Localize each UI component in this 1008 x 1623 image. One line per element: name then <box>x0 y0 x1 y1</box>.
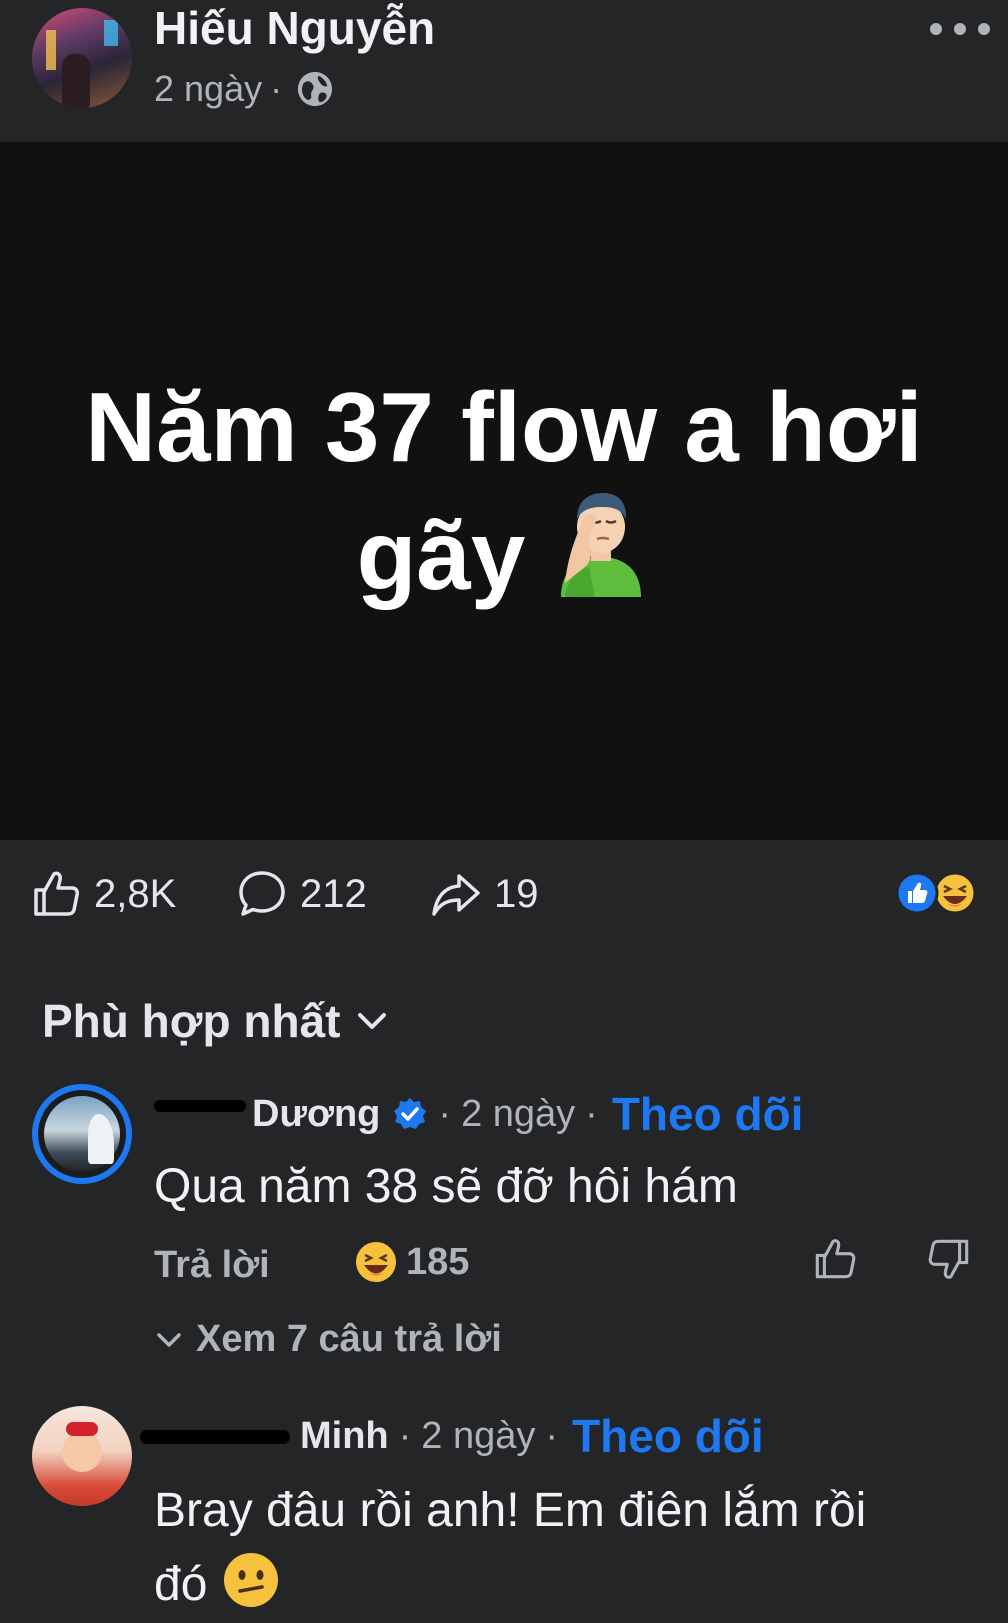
haha-reaction-icon <box>933 871 977 915</box>
meta-separator: · <box>270 68 283 109</box>
post-text: Năm 37 flow a hơi gãy <box>40 367 968 615</box>
like-reaction-icon <box>895 871 939 915</box>
comment-text-line1: Bray đâu rồi anh! Em điên lắm rồi <box>154 1484 867 1537</box>
commenter-name-text: Dương <box>252 1093 381 1135</box>
commenter-name[interactable]: Dương <box>154 1090 380 1138</box>
commenter-avatar[interactable] <box>32 1084 132 1184</box>
avatar-detail <box>46 30 56 70</box>
comment-time[interactable]: 2 ngày <box>461 1090 575 1138</box>
follow-button[interactable]: Theo dõi <box>572 1412 764 1460</box>
redaction-mark <box>154 1100 246 1112</box>
facepalm-emoji <box>561 493 642 597</box>
comment-header: Dương · 2 ngày · Theo dõi <box>154 1090 803 1138</box>
view-replies-label: Xem 7 câu trả lời <box>196 1318 502 1360</box>
globe-icon[interactable] <box>296 70 334 108</box>
view-replies-button[interactable]: Xem 7 câu trả lời <box>154 1318 502 1361</box>
avatar-detail <box>66 1422 98 1436</box>
avatar-detail <box>88 1114 114 1164</box>
comment-sort-dropdown[interactable]: Phù hợp nhất <box>42 994 390 1048</box>
redaction-mark <box>140 1430 290 1444</box>
comment-text-line2: đó <box>154 1558 208 1611</box>
confused-emoji <box>224 1553 279 1607</box>
post-action-bar: 2,8K 212 19 <box>0 840 1008 950</box>
post-header: Hiếu Nguyễn 2 ngày · <box>0 0 1008 142</box>
commenter-avatar[interactable] <box>32 1406 132 1506</box>
follow-button[interactable]: Theo dõi <box>612 1090 804 1138</box>
sort-label: Phù hợp nhất <box>42 995 341 1047</box>
post-text-line1: Năm 37 flow a hơi <box>85 372 923 482</box>
post-meta: 2 ngày · <box>154 66 334 112</box>
facebook-post-page: Hiếu Nguyễn 2 ngày · Năm 37 flow a hơi g… <box>0 0 1008 1623</box>
chevron-down-icon <box>358 1013 387 1029</box>
more-dot <box>930 23 942 35</box>
post-text-card[interactable]: Năm 37 flow a hơi gãy <box>0 142 1008 840</box>
author-avatar[interactable] <box>32 8 132 108</box>
meta-separator: · <box>398 1415 412 1457</box>
share-icon <box>432 874 480 916</box>
thumbs-up-icon[interactable] <box>812 1236 858 1282</box>
meta-separator: · <box>585 1093 598 1135</box>
avatar-detail <box>62 54 90 108</box>
more-dot <box>978 23 990 35</box>
comment-icon <box>239 871 285 916</box>
avatar-detail <box>104 20 118 46</box>
more-dot <box>954 23 966 35</box>
comment-action[interactable]: 212 <box>236 868 367 920</box>
haha-reaction-icon <box>356 1242 396 1282</box>
chevron-down-icon <box>157 1332 181 1347</box>
meta-separator: · <box>438 1093 452 1135</box>
avatar-detail <box>62 1432 102 1472</box>
share-count: 19 <box>494 871 539 916</box>
post-text-line2: gãy <box>356 500 526 610</box>
comment-count: 212 <box>300 871 367 916</box>
commenter-name[interactable]: Minh <box>140 1412 389 1460</box>
meta-separator: · <box>545 1415 559 1457</box>
comment-reactions[interactable]: 185 <box>354 1240 469 1284</box>
avatar-detail <box>44 1096 120 1172</box>
comment-header: Minh · 2 ngày · Theo dõi <box>140 1412 764 1460</box>
post-time[interactable]: 2 ngày <box>154 66 262 112</box>
commenter-name-text: Minh <box>300 1415 389 1457</box>
more-icon[interactable] <box>930 14 990 44</box>
reaction-count: 185 <box>406 1240 470 1283</box>
share-action[interactable]: 19 <box>430 868 539 920</box>
verified-badge-icon <box>394 1098 427 1129</box>
comment-text: Qua năm 38 sẽ đỡ hôi hám <box>154 1160 738 1213</box>
like-action[interactable]: 2,8K <box>30 868 176 920</box>
comment-text: Bray đâu rồi anh! Em điên lắm rồi đó <box>154 1474 954 1622</box>
like-icon <box>34 871 79 916</box>
reactions-summary[interactable] <box>894 870 978 916</box>
thumbs-down-icon[interactable] <box>926 1236 972 1282</box>
post-text-line2-wrap: gãy <box>40 487 968 615</box>
comment-text-line2-wrap: đó <box>154 1548 954 1622</box>
comment-actions: Trả lời 185 <box>154 1239 974 1300</box>
author-name[interactable]: Hiếu Nguyễn <box>154 0 435 56</box>
like-count: 2,8K <box>94 871 177 916</box>
reply-button[interactable]: Trả lời <box>154 1244 270 1287</box>
comment-time[interactable]: 2 ngày <box>421 1412 535 1460</box>
